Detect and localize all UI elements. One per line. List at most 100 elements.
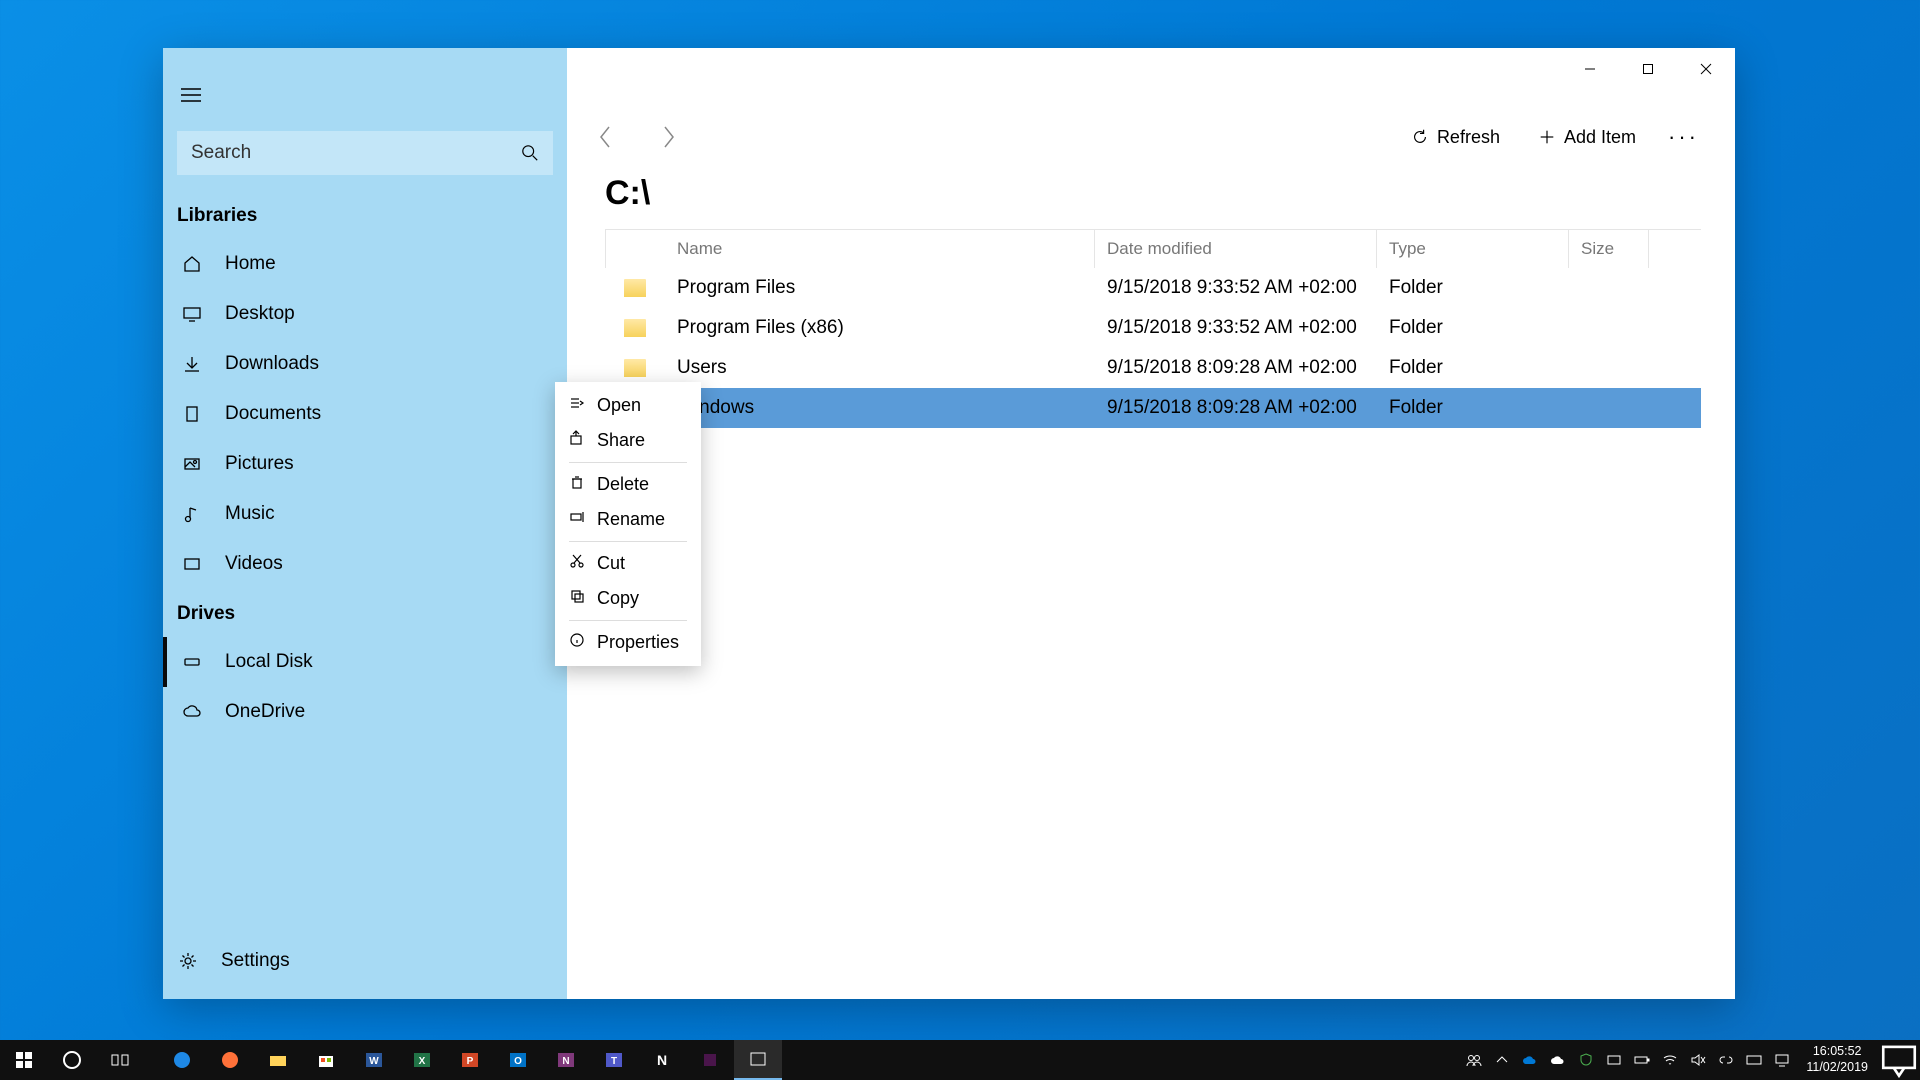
sidebar-item-label: Videos (225, 553, 283, 575)
table-header: Name Date modified Type Size (605, 230, 1701, 268)
table-body: Program Files9/15/2018 9:33:52 AM +02:00… (605, 268, 1701, 428)
sidebar-item-documents[interactable]: Documents (163, 389, 567, 439)
table-row[interactable]: Program Files9/15/2018 9:33:52 AM +02:00… (605, 268, 1701, 308)
context-menu-label: Cut (597, 553, 625, 574)
wifi-icon (1662, 1052, 1678, 1068)
context-menu-label: Copy (597, 588, 639, 609)
taskbar-outlook[interactable]: O (494, 1040, 542, 1080)
sidebar-item-downloads[interactable]: Downloads (163, 339, 567, 389)
add-item-button[interactable]: Add Item (1528, 121, 1646, 154)
tray-app[interactable] (1600, 1040, 1628, 1080)
maximize-icon (1642, 63, 1654, 75)
chevron-up-icon (1494, 1052, 1510, 1068)
tray-volume[interactable] (1684, 1040, 1712, 1080)
tray-people[interactable] (1460, 1040, 1488, 1080)
sidebar-item-music[interactable]: Music (163, 489, 567, 539)
refresh-icon (1411, 128, 1429, 146)
table-row[interactable]: Program Files (x86)9/15/2018 9:33:52 AM … (605, 308, 1701, 348)
tray-battery[interactable] (1628, 1040, 1656, 1080)
home-icon (182, 254, 202, 274)
teams-icon: T (604, 1050, 624, 1070)
taskbar-current-app[interactable] (734, 1040, 782, 1080)
more-button[interactable]: ··· (1646, 124, 1705, 150)
taskbar-app-n[interactable]: N (638, 1040, 686, 1080)
sidebar-item-local-disk[interactable]: Local Disk (163, 637, 567, 687)
taskbar-teams[interactable]: T (590, 1040, 638, 1080)
row-type: Folder (1377, 317, 1569, 339)
sidebar-item-label: Desktop (225, 303, 295, 325)
tray-defender[interactable] (1572, 1040, 1600, 1080)
refresh-label: Refresh (1437, 127, 1500, 148)
sidebar-item-onedrive[interactable]: OneDrive (163, 687, 567, 737)
close-button[interactable] (1677, 48, 1735, 90)
context-menu-copy[interactable]: Copy (555, 581, 701, 616)
tray-display[interactable] (1768, 1040, 1796, 1080)
search-box[interactable] (177, 131, 553, 175)
disk-icon (182, 652, 202, 672)
context-menu-cut[interactable]: Cut (555, 546, 701, 581)
table-row[interactable]: Users9/15/2018 8:09:28 AM +02:00Folder (605, 348, 1701, 388)
context-menu-delete[interactable]: Delete (555, 467, 701, 502)
start-button[interactable] (0, 1040, 48, 1080)
minimize-button[interactable] (1561, 48, 1619, 90)
context-menu-properties[interactable]: Properties (555, 625, 701, 660)
col-type[interactable]: Type (1377, 230, 1569, 268)
taskbar-slack[interactable] (686, 1040, 734, 1080)
sidebar: Libraries Home Desktop Downloads Documen… (163, 48, 567, 999)
tray-app-2[interactable] (1712, 1040, 1740, 1080)
sidebar-item-label: Documents (225, 403, 321, 425)
settings-button[interactable]: Settings (163, 949, 567, 999)
sidebar-item-desktop[interactable]: Desktop (163, 289, 567, 339)
tray-onedrive[interactable] (1516, 1040, 1544, 1080)
back-button[interactable] (597, 124, 613, 150)
col-icon[interactable] (605, 230, 665, 268)
tray-onedrive-2[interactable] (1544, 1040, 1572, 1080)
sidebar-item-label: Home (225, 253, 276, 275)
tray-keyboard[interactable] (1740, 1040, 1768, 1080)
col-date[interactable]: Date modified (1095, 230, 1377, 268)
row-name: Program Files (x86) (665, 317, 1095, 339)
maximize-button[interactable] (1619, 48, 1677, 90)
context-menu-label: Delete (597, 474, 649, 495)
col-name[interactable]: Name (665, 230, 1095, 268)
context-menu-rename[interactable]: Rename (555, 502, 701, 537)
rename-icon (569, 509, 585, 530)
context-menu-divider (569, 620, 687, 621)
svg-text:T: T (611, 1056, 617, 1067)
sidebar-item-pictures[interactable]: Pictures (163, 439, 567, 489)
table-row[interactable]: Windows9/15/2018 8:09:28 AM +02:00Folder (605, 388, 1701, 428)
system-tray: 16:05:52 11/02/2019 (1460, 1039, 1920, 1080)
context-menu-open[interactable]: Open (555, 388, 701, 423)
excel-icon: X (412, 1050, 432, 1070)
taskbar-edge[interactable] (158, 1040, 206, 1080)
taskbar-explorer[interactable] (254, 1040, 302, 1080)
hamburger-button[interactable] (163, 66, 567, 131)
clock[interactable]: 16:05:52 11/02/2019 (1796, 1044, 1878, 1075)
tray-wifi[interactable] (1656, 1040, 1684, 1080)
taskbar-powerpoint[interactable]: P (446, 1040, 494, 1080)
hamburger-icon (181, 88, 201, 102)
action-center-button[interactable] (1878, 1039, 1920, 1080)
svg-text:P: P (467, 1056, 474, 1067)
taskbar-onenote[interactable]: N (542, 1040, 590, 1080)
taskbar-word[interactable]: W (350, 1040, 398, 1080)
sidebar-item-videos[interactable]: Videos (163, 539, 567, 589)
sidebar-item-home[interactable]: Home (163, 239, 567, 289)
properties-icon (569, 632, 585, 653)
keyboard-icon (1746, 1052, 1762, 1068)
music-icon (182, 504, 202, 524)
cortana-button[interactable] (48, 1040, 96, 1080)
col-size[interactable]: Size (1569, 230, 1649, 268)
context-menu-share[interactable]: Share (555, 423, 701, 458)
taskbar-excel[interactable]: X (398, 1040, 446, 1080)
row-name: Users (665, 357, 1095, 379)
tray-chevron[interactable] (1488, 1040, 1516, 1080)
taskbar-store[interactable] (302, 1040, 350, 1080)
refresh-button[interactable]: Refresh (1401, 121, 1510, 154)
task-view-button[interactable] (96, 1040, 144, 1080)
forward-button[interactable] (661, 124, 677, 150)
taskbar-firefox[interactable] (206, 1040, 254, 1080)
context-menu-divider (569, 462, 687, 463)
search-input[interactable] (191, 142, 521, 164)
delete-icon (569, 474, 585, 495)
